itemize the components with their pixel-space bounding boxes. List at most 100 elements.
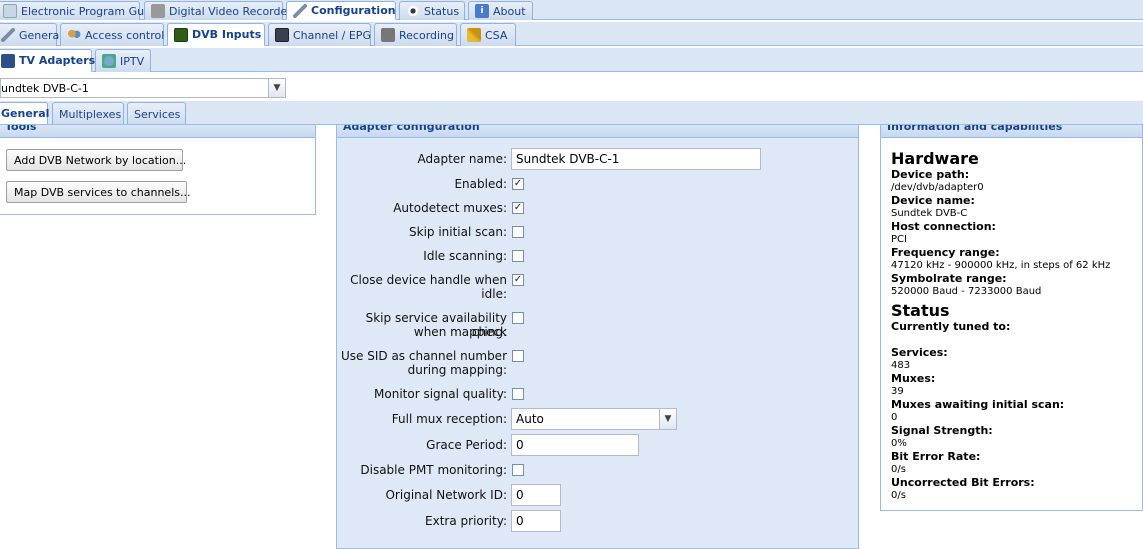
- wrench-icon: [293, 3, 307, 18]
- tab-configuration[interactable]: Configuration: [286, 1, 396, 20]
- use-sid-checkbox[interactable]: [512, 350, 524, 362]
- recorder-icon: [381, 28, 395, 42]
- signal-strength-key: Signal Strength:: [891, 424, 993, 437]
- tools-panel: Tools Add DVB Network by location... Map…: [0, 124, 316, 215]
- tab-channel-epg[interactable]: Channel / EPG: [268, 23, 371, 46]
- uncorrected-errors-key: Uncorrected Bit Errors:: [891, 476, 1035, 489]
- adapter-config-panel: Adapter configuration Adapter name: Sund…: [336, 124, 859, 549]
- tab-csa[interactable]: CSA: [460, 23, 516, 46]
- main-tabbar: Electronic Program Guide Digital Video R…: [0, 0, 1143, 20]
- autodetect-label: Autodetect muxes:: [393, 201, 507, 215]
- adapter-select[interactable]: undtek DVB-C-1 ▼: [0, 78, 286, 98]
- host-connection-key: Host connection:: [891, 220, 996, 233]
- chevron-down-icon[interactable]: ▼: [659, 409, 676, 429]
- info-body: Hardware Device path: /dev/dvb/adapter0 …: [881, 138, 1142, 502]
- disable-pmt-label: Disable PMT monitoring:: [360, 463, 507, 477]
- input-tabbar: TV Adapters IPTV: [0, 48, 1143, 72]
- tuned-to-value: [891, 333, 1132, 346]
- skip-scan-label: Skip initial scan:: [409, 225, 507, 239]
- adapter-name-input[interactable]: Sundtek DVB-C-1: [511, 148, 761, 170]
- add-dvb-network-button[interactable]: Add DVB Network by location...: [6, 149, 186, 171]
- info-panel: Information and capabilities Hardware De…: [880, 124, 1143, 511]
- tab-access-control[interactable]: Access control: [60, 23, 164, 46]
- device-path-value: /dev/dvb/adapter0: [891, 182, 984, 193]
- close-handle-label-2: idle:: [481, 287, 507, 301]
- enabled-checkbox[interactable]: ✓: [512, 178, 524, 190]
- frequency-range-value: 47120 kHz - 900000 kHz, in steps of 62 k…: [891, 260, 1111, 271]
- tv-icon: [275, 28, 289, 42]
- adapter-config-title: Adapter configuration: [337, 125, 858, 138]
- muxes-key: Muxes:: [891, 372, 936, 385]
- muxes-value: 39: [891, 386, 904, 397]
- bit-error-rate-key: Bit Error Rate:: [891, 450, 981, 463]
- tv-adapter-icon: [1, 53, 15, 68]
- info-icon: i: [475, 4, 489, 18]
- tab-epg[interactable]: Electronic Program Guide: [0, 1, 161, 20]
- symbolrate-range-key: Symbolrate range:: [891, 272, 1007, 285]
- map-dvb-services-button[interactable]: Map DVB services to channels...: [6, 181, 190, 203]
- key-icon: [467, 28, 481, 42]
- extra-priority-input[interactable]: 0: [511, 510, 561, 532]
- onid-input[interactable]: 0: [511, 484, 561, 506]
- muxes-awaiting-value: 0: [891, 412, 898, 423]
- eye-icon: [406, 4, 420, 18]
- muxes-awaiting-key: Muxes awaiting initial scan:: [891, 398, 1065, 411]
- use-sid-label-1: Use SID as channel number: [341, 349, 507, 363]
- adapter-tabbar: General Multiplexes Services: [0, 101, 1143, 125]
- device-name-value: Sundtek DVB-C: [891, 208, 968, 219]
- tab-recording[interactable]: Recording: [374, 23, 457, 46]
- adapter-name-label: Adapter name:: [417, 152, 508, 166]
- full-mux-select[interactable]: Auto ▼: [511, 408, 677, 430]
- tuned-to-key: Currently tuned to:: [891, 320, 1011, 333]
- use-sid-label-2: during mapping:: [407, 363, 507, 377]
- skip-scan-checkbox[interactable]: [512, 226, 524, 238]
- full-mux-label: Full mux reception:: [391, 412, 507, 426]
- services-key: Services:: [891, 346, 948, 359]
- chevron-down-icon[interactable]: ▼: [268, 79, 285, 97]
- host-connection-value: PCI: [891, 234, 907, 245]
- hardware-heading: Hardware: [891, 149, 979, 168]
- symbolrate-range-value: 520000 Baud - 7233000 Baud: [891, 286, 1042, 297]
- autodetect-checkbox[interactable]: ✓: [512, 202, 524, 214]
- device-name-key: Device name:: [891, 194, 975, 207]
- full-mux-value: Auto: [516, 412, 544, 426]
- wrench-icon: [1, 28, 15, 42]
- tab-adapter-general[interactable]: General: [0, 102, 49, 125]
- tab-services[interactable]: Services: [127, 102, 186, 125]
- info-panel-title: Information and capabilities: [881, 125, 1142, 138]
- status-heading: Status: [891, 301, 950, 320]
- epg-icon: [3, 4, 17, 18]
- tools-panel-title: Tools: [0, 125, 315, 138]
- tab-iptv[interactable]: IPTV: [95, 49, 151, 72]
- tab-dvb-inputs[interactable]: DVB Inputs: [167, 23, 265, 46]
- tab-tv-adapters[interactable]: TV Adapters: [0, 49, 95, 72]
- tab-about[interactable]: i About: [468, 1, 533, 20]
- signal-strength-value: 0%: [891, 438, 907, 449]
- close-handle-checkbox[interactable]: ✓: [512, 274, 524, 286]
- close-handle-label-1: Close device handle when: [350, 273, 507, 287]
- monitor-signal-checkbox[interactable]: [512, 388, 524, 400]
- tab-general[interactable]: General: [0, 23, 62, 46]
- frequency-range-key: Frequency range:: [891, 246, 1000, 259]
- extra-priority-label: Extra priority:: [425, 514, 507, 528]
- device-path-key: Device path:: [891, 168, 970, 181]
- bit-error-rate-value: 0/s: [891, 464, 906, 475]
- users-icon: [67, 28, 81, 42]
- idle-scan-checkbox[interactable]: [512, 250, 524, 262]
- globe-icon: [102, 54, 116, 68]
- grace-period-input[interactable]: 0: [511, 434, 639, 456]
- monitor-signal-label: Monitor signal quality:: [374, 387, 507, 401]
- enabled-label: Enabled:: [454, 177, 507, 191]
- film-icon: [174, 27, 188, 42]
- adapter-select-value: undtek DVB-C-1: [1, 82, 89, 95]
- services-value: 483: [891, 360, 911, 371]
- disable-pmt-checkbox[interactable]: [512, 464, 524, 476]
- uncorrected-errors-value: 0/s: [891, 490, 906, 501]
- tab-multiplexes[interactable]: Multiplexes: [52, 102, 124, 125]
- tab-dvr[interactable]: Digital Video Recorder: [144, 1, 292, 20]
- config-tabbar: General Access control DVB Inputs Channe…: [0, 22, 1143, 46]
- tab-status[interactable]: Status: [399, 1, 465, 20]
- onid-label: Original Network ID:: [385, 488, 507, 502]
- skip-availability-label-2: when mapping:: [413, 325, 507, 339]
- skip-availability-checkbox[interactable]: [512, 312, 524, 324]
